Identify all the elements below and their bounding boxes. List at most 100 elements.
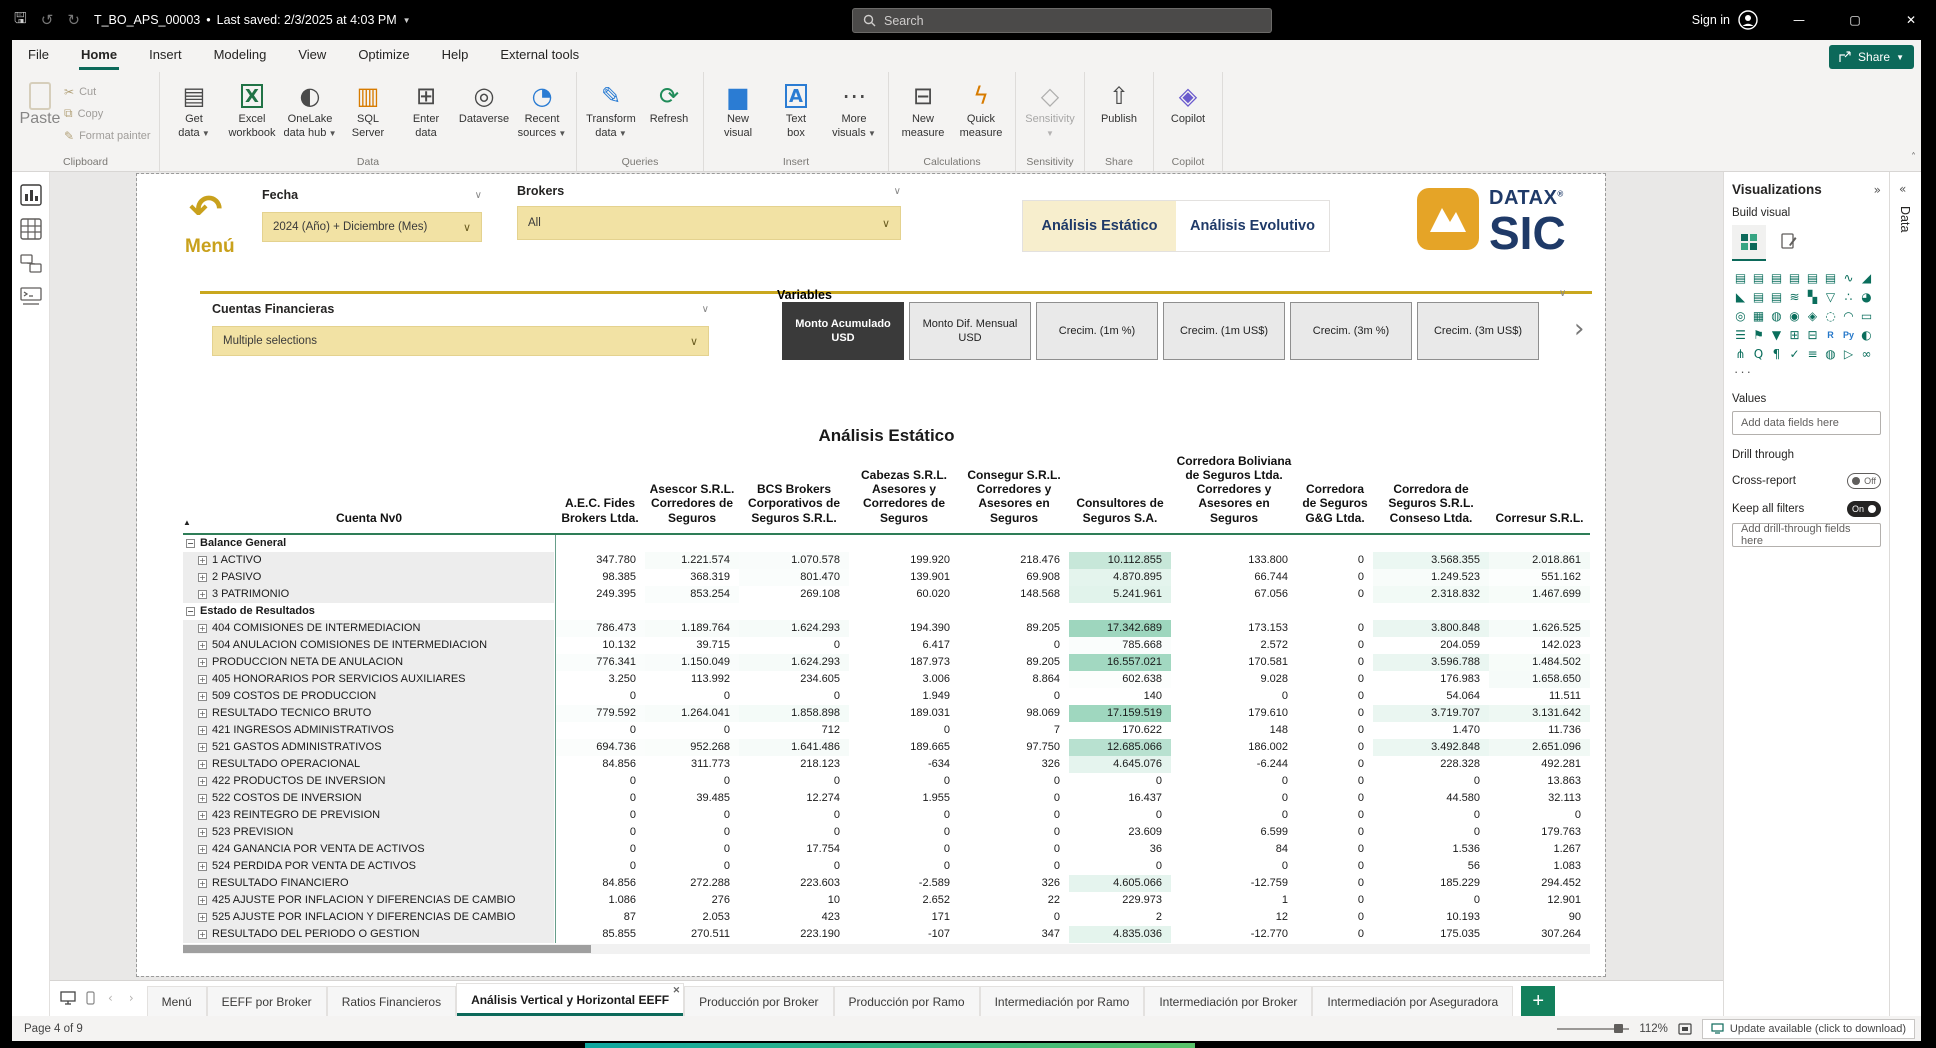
more-visual-options-icon[interactable]: ··· bbox=[1734, 364, 1881, 379]
tab-scroll-right-icon[interactable]: › bbox=[126, 991, 137, 1005]
pie-chart-icon[interactable]: ◕ bbox=[1858, 288, 1875, 305]
fit-to-page-icon[interactable] bbox=[1678, 1023, 1692, 1035]
add-data-fields-well[interactable]: Add data fields here bbox=[1732, 411, 1881, 435]
arcgis-map-icon[interactable]: ◍ bbox=[1822, 345, 1839, 362]
expand-row-icon[interactable]: + bbox=[198, 641, 207, 650]
back-arrow-icon[interactable]: ↶ bbox=[189, 192, 223, 228]
zoom-slider-thumb[interactable] bbox=[1614, 1024, 1623, 1033]
expand-row-icon[interactable]: + bbox=[198, 726, 207, 735]
expand-row-icon[interactable]: + bbox=[198, 709, 207, 718]
ribbon-tab-view[interactable]: View bbox=[282, 40, 342, 72]
cross-report-toggle[interactable]: Off bbox=[1847, 473, 1881, 489]
clustered-bar-chart-icon[interactable]: ▤ bbox=[1768, 269, 1785, 286]
report-page[interactable]: ↶ Menú Fecha ∨ 2024 (Año) + Diciembre (M… bbox=[137, 174, 1605, 976]
get-data-button[interactable]: ▤Getdata ▼ bbox=[166, 76, 222, 141]
variable-button[interactable]: Monto Acumulado USD bbox=[782, 302, 904, 360]
quick-measure-button[interactable]: ϟQuickmeasure bbox=[953, 76, 1009, 141]
new-measure-button[interactable]: ⊟Newmeasure bbox=[895, 76, 951, 141]
gauge-icon[interactable]: ◠ bbox=[1840, 307, 1857, 324]
kpi-icon[interactable]: ⚑ bbox=[1750, 326, 1767, 343]
refresh-button[interactable]: ⟳Refresh bbox=[641, 76, 697, 127]
table-row[interactable]: +421 INGRESOS ADMINISTRATIVOS0071207170.… bbox=[183, 722, 1590, 739]
undo-icon[interactable]: ↺ bbox=[41, 11, 54, 29]
title-caret-icon[interactable]: ▼ bbox=[403, 16, 411, 25]
enter-data-button[interactable]: ⊞Enterdata bbox=[398, 76, 454, 141]
zoom-slider[interactable] bbox=[1557, 1028, 1629, 1030]
stacked-column-chart-icon[interactable]: ▤ bbox=[1750, 269, 1767, 286]
table-row[interactable]: +3 PATRIMONIO249.395853.254269.10860.020… bbox=[183, 586, 1590, 603]
page-tab[interactable]: Intermediación por Broker bbox=[1144, 986, 1312, 1016]
column-header[interactable]: Consegur S.R.L. Corredores y Asesores en… bbox=[959, 452, 1069, 534]
sensitivity-button[interactable]: ◇Sensitivity ▼ bbox=[1022, 76, 1078, 141]
table-row[interactable]: +2 PASIVO98.385368.319801.470139.90169.9… bbox=[183, 569, 1590, 586]
ribbon-chart-icon[interactable]: ≋ bbox=[1786, 288, 1803, 305]
table-row[interactable]: +RESULTADO DEL PERIODO O GESTION85.85527… bbox=[183, 926, 1590, 943]
dataverse-button[interactable]: ◎Dataverse bbox=[456, 76, 512, 127]
column-header[interactable]: Corresur S.R.L. bbox=[1489, 452, 1590, 534]
area-chart-icon[interactable]: ◢ bbox=[1858, 269, 1875, 286]
table-row[interactable]: +404 COMISIONES DE INTERMEDIACION786.473… bbox=[183, 620, 1590, 637]
table-row[interactable]: −Estado de Resultados bbox=[183, 603, 1590, 620]
card-icon[interactable]: ▭ bbox=[1858, 307, 1875, 324]
page-tab[interactable]: Menú bbox=[147, 986, 207, 1016]
expand-row-icon[interactable]: + bbox=[198, 556, 207, 565]
filled-map-icon[interactable]: ◉ bbox=[1786, 307, 1803, 324]
expand-row-icon[interactable]: + bbox=[198, 624, 207, 633]
keep-all-filters-toggle[interactable]: On bbox=[1847, 501, 1881, 517]
minimize-button[interactable]: — bbox=[1784, 13, 1814, 27]
ribbon-tab-external-tools[interactable]: External tools bbox=[484, 40, 595, 72]
expand-row-icon[interactable]: + bbox=[198, 675, 207, 684]
copy-button[interactable]: ⧉Copy bbox=[64, 104, 151, 123]
power-apps-icon[interactable]: ▷ bbox=[1840, 345, 1857, 362]
column-header[interactable]: BCS Brokers Corporativos de Seguros S.R.… bbox=[739, 452, 849, 534]
table-row[interactable]: +RESULTADO FINANCIERO84.856272.288223.60… bbox=[183, 875, 1590, 892]
line-chart-icon[interactable]: ∿ bbox=[1840, 269, 1857, 286]
redo-icon[interactable]: ↻ bbox=[67, 11, 80, 29]
search-input[interactable]: Search bbox=[852, 8, 1272, 33]
page-tab[interactable]: Producción por Ramo bbox=[834, 986, 980, 1016]
table-row[interactable]: +524 PERDIDA POR VENTA DE ACTIVOS0000000… bbox=[183, 858, 1590, 875]
expand-row-icon[interactable]: + bbox=[198, 930, 207, 939]
table-row[interactable]: +525 AJUSTE POR INFLACION Y DIFERENCIAS … bbox=[183, 909, 1590, 926]
table-row[interactable]: +424 GANANCIA POR VENTA DE ACTIVOS0017.7… bbox=[183, 841, 1590, 858]
recent-sources-button[interactable]: ◔Recentsources ▼ bbox=[514, 76, 570, 141]
treemap-icon[interactable]: ▦ bbox=[1750, 307, 1767, 324]
table-row[interactable]: +RESULTADO OPERACIONAL84.856311.773218.1… bbox=[183, 756, 1590, 773]
add-drill-through-fields-well[interactable]: Add drill-through fields here bbox=[1732, 523, 1881, 547]
onelake-button[interactable]: ◐OneLakedata hub ▼ bbox=[282, 76, 338, 141]
paginated-report-icon[interactable]: ≡ bbox=[1804, 345, 1821, 362]
fecha-dropdown[interactable]: 2024 (Año) + Diciembre (Mes) ∨ bbox=[262, 212, 482, 242]
table-row[interactable]: +1 ACTIVO347.7801.221.5741.070.578199.92… bbox=[183, 552, 1590, 569]
stacked-area-chart-icon[interactable]: ◣ bbox=[1732, 288, 1749, 305]
azure-map-icon[interactable]: ◌ bbox=[1822, 307, 1839, 324]
format-painter-button[interactable]: ✎Format painter bbox=[64, 126, 151, 145]
page-tab[interactable]: Intermediación por Aseguradora bbox=[1312, 986, 1513, 1016]
page-tab[interactable]: Intermediación por Ramo bbox=[980, 986, 1145, 1016]
table-row[interactable]: +425 AJUSTE POR INFLACION Y DIFERENCIAS … bbox=[183, 892, 1590, 909]
desktop-layout-icon[interactable] bbox=[60, 991, 76, 1005]
slicer-icon[interactable]: ▼ bbox=[1768, 326, 1785, 343]
chevron-down-icon[interactable]: ∨ bbox=[702, 304, 709, 315]
expand-row-icon[interactable]: + bbox=[198, 777, 207, 786]
mobile-layout-icon[interactable] bbox=[86, 991, 95, 1005]
variable-button[interactable]: Crecim. (1m US$) bbox=[1163, 302, 1285, 360]
expand-row-icon[interactable]: + bbox=[198, 845, 207, 854]
table-row[interactable]: +522 COSTOS DE INVERSION039.48512.2741.9… bbox=[183, 790, 1590, 807]
close-tab-icon[interactable]: ✕ bbox=[673, 985, 681, 996]
expand-row-icon[interactable]: + bbox=[198, 896, 207, 905]
variable-button[interactable]: Crecim. (3m %) bbox=[1290, 302, 1412, 360]
waterfall-chart-icon[interactable]: ▚ bbox=[1804, 288, 1821, 305]
expand-row-icon[interactable]: + bbox=[198, 862, 207, 871]
save-icon[interactable]: 🖫 bbox=[14, 8, 27, 33]
expand-row-icon[interactable]: + bbox=[198, 573, 207, 582]
collapse-row-icon[interactable]: − bbox=[186, 607, 195, 616]
dax-query-view-button[interactable] bbox=[20, 286, 42, 308]
chevron-down-icon[interactable]: ∨ bbox=[1559, 288, 1566, 299]
narrative-icon[interactable]: ¶ bbox=[1768, 345, 1785, 362]
multi-row-card-icon[interactable]: ☰ bbox=[1732, 326, 1749, 343]
table-row[interactable]: +422 PRODUCTOS DE INVERSION00000000013.8… bbox=[183, 773, 1590, 790]
variable-button[interactable]: Crecim. (3m US$) bbox=[1417, 302, 1539, 360]
ribbon-tab-optimize[interactable]: Optimize bbox=[342, 40, 425, 72]
build-visual-tab[interactable] bbox=[1732, 225, 1766, 261]
table-row[interactable]: +521 GASTOS ADMINISTRATIVOS694.736952.26… bbox=[183, 739, 1590, 756]
